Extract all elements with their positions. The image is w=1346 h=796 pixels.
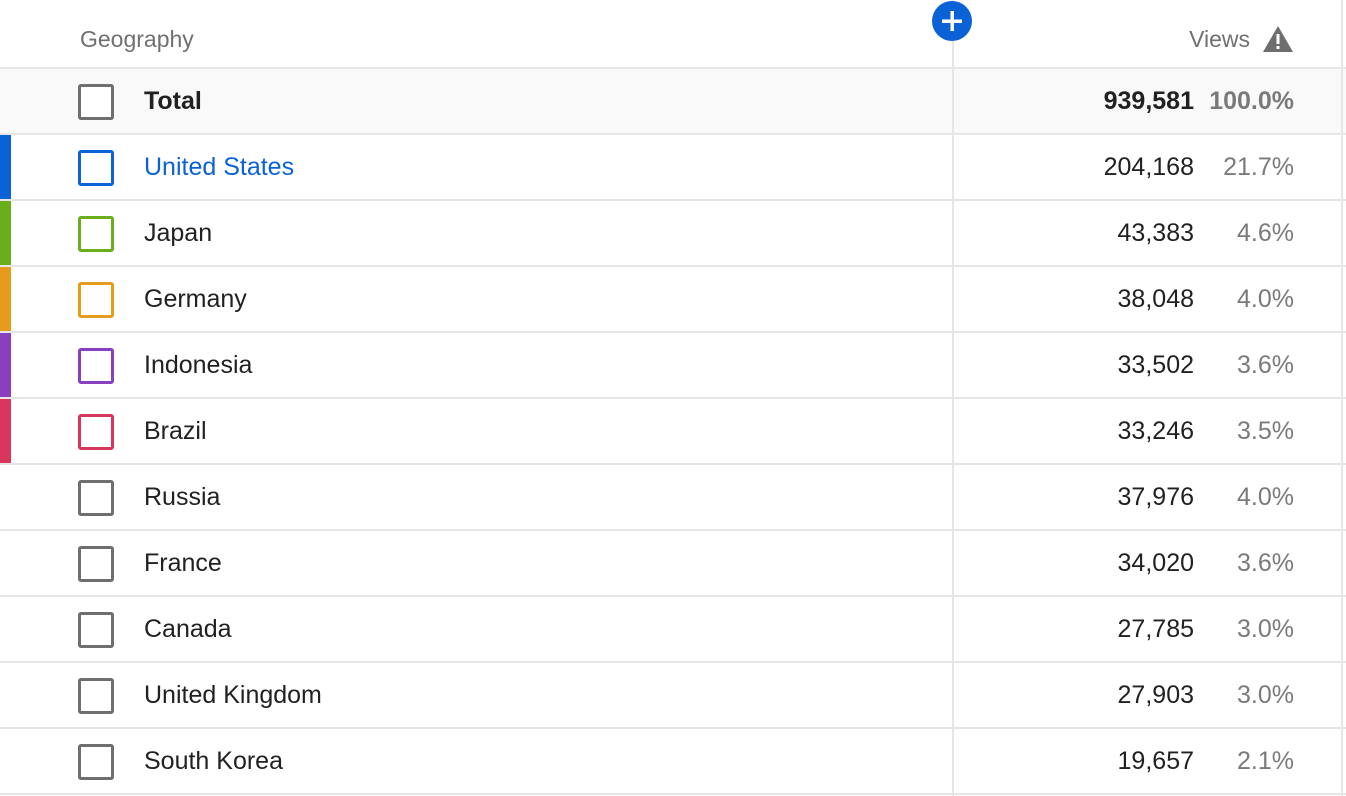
table-row: South Korea 19,657 2.1%	[0, 729, 1346, 795]
row-checkbox[interactable]	[78, 744, 114, 780]
geography-column-header[interactable]: Geography	[80, 26, 194, 53]
row-checkbox[interactable]	[78, 480, 114, 516]
country-name: United Kingdom	[144, 681, 322, 709]
row-checkbox[interactable]	[78, 348, 114, 384]
table-row: Germany 38,048 4.0%	[0, 267, 1346, 333]
views-percent: 3.0%	[1237, 681, 1294, 709]
total-views: 939,581	[1103, 87, 1194, 115]
warning-icon[interactable]	[1262, 25, 1294, 53]
country-name: South Korea	[144, 747, 283, 775]
views-percent: 4.0%	[1237, 483, 1294, 511]
views-value: 43,383	[1117, 219, 1194, 247]
table-row: Japan 43,383 4.6%	[0, 201, 1346, 267]
country-name: Japan	[144, 219, 213, 247]
views-value: 27,903	[1117, 681, 1194, 709]
country-name: Indonesia	[144, 351, 253, 379]
views-value: 27,785	[1117, 615, 1194, 643]
series-color-stripe	[0, 399, 11, 463]
country-name[interactable]: United States	[144, 153, 294, 182]
table-row: Indonesia 33,502 3.6%	[0, 333, 1346, 399]
table-row: United States 204,168 21.7%	[0, 135, 1346, 201]
series-color-stripe	[0, 135, 11, 199]
views-percent: 4.0%	[1237, 285, 1294, 313]
table-right-border	[1341, 0, 1343, 796]
row-checkbox[interactable]	[78, 282, 114, 318]
row-checkbox[interactable]	[78, 414, 114, 450]
row-checkbox[interactable]	[78, 546, 114, 582]
views-percent: 21.7%	[1223, 153, 1294, 181]
views-value: 34,020	[1117, 549, 1194, 577]
row-checkbox[interactable]	[78, 216, 114, 252]
views-value: 37,976	[1117, 483, 1194, 511]
table-row: Brazil 33,246 3.5%	[0, 399, 1346, 465]
row-checkbox[interactable]	[78, 612, 114, 648]
total-percent: 100.0%	[1209, 87, 1294, 115]
table-row: United Kingdom 27,903 3.0%	[0, 663, 1346, 729]
total-row: Total 939,581 100.0%	[0, 69, 1346, 135]
views-value: 19,657	[1117, 747, 1194, 775]
views-percent: 3.6%	[1237, 549, 1294, 577]
total-label: Total	[144, 87, 202, 115]
series-color-stripe	[0, 201, 11, 265]
row-checkbox[interactable]	[78, 678, 114, 714]
views-column-header[interactable]: Views	[1189, 26, 1250, 53]
views-value: 33,246	[1117, 417, 1194, 445]
series-color-stripe	[0, 267, 11, 331]
country-name: Russia	[144, 483, 221, 511]
geography-table: Geography Views Total 939,581 100.0% Uni…	[0, 0, 1346, 796]
country-name: Germany	[144, 285, 247, 313]
total-checkbox[interactable]	[78, 84, 114, 120]
country-name: Canada	[144, 615, 232, 643]
views-value: 38,048	[1117, 285, 1194, 313]
views-percent: 4.6%	[1237, 219, 1294, 247]
plus-icon	[942, 11, 962, 31]
column-divider	[952, 0, 954, 796]
views-percent: 3.0%	[1237, 615, 1294, 643]
table-row: Russia 37,976 4.0%	[0, 465, 1346, 531]
row-checkbox[interactable]	[78, 150, 114, 186]
table-row: Canada 27,785 3.0%	[0, 597, 1346, 663]
views-percent: 3.5%	[1237, 417, 1294, 445]
table-header: Geography Views	[0, 0, 1346, 69]
views-value: 204,168	[1103, 153, 1194, 181]
add-column-button[interactable]	[932, 1, 972, 41]
country-name: France	[144, 549, 222, 577]
table-row: France 34,020 3.6%	[0, 531, 1346, 597]
country-name: Brazil	[144, 417, 207, 445]
views-percent: 2.1%	[1237, 747, 1294, 775]
series-color-stripe	[0, 333, 11, 397]
views-value: 33,502	[1117, 351, 1194, 379]
views-percent: 3.6%	[1237, 351, 1294, 379]
